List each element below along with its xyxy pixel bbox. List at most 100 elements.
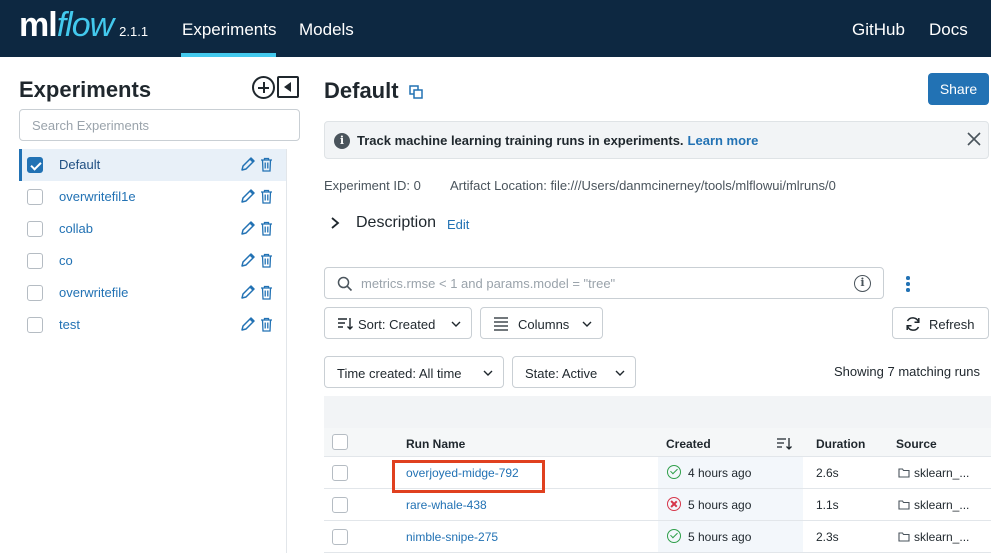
delete-trash-icon[interactable]	[260, 285, 273, 300]
columns-icon	[494, 317, 508, 331]
learn-more-link[interactable]: Learn more	[688, 133, 759, 148]
experiment-checkbox[interactable]	[27, 253, 43, 269]
search-icon	[337, 276, 353, 292]
source-value[interactable]: sklearn_...	[914, 530, 969, 544]
experiment-list: Default overwritefil1e collab co overwri…	[19, 149, 286, 341]
experiments-sidebar: Experiments Default overwritefil1e colla…	[0, 57, 300, 553]
copy-icon[interactable]	[409, 85, 423, 99]
experiment-checkbox[interactable]	[27, 221, 43, 237]
more-options-icon[interactable]	[906, 276, 910, 292]
experiment-name[interactable]: test	[59, 317, 80, 332]
experiment-checkbox[interactable]	[27, 189, 43, 205]
duration-value: 2.6s	[816, 466, 839, 480]
edit-pencil-icon[interactable]	[240, 220, 256, 236]
experiment-name[interactable]: overwritefile	[59, 285, 128, 300]
experiment-item[interactable]: overwritefile	[19, 277, 286, 309]
columns-dropdown[interactable]: Columns	[480, 307, 603, 339]
table-row[interactable]: nimble-snipe-275 5 hours ago 2.3s sklear…	[324, 521, 991, 553]
source-value[interactable]: sklearn_...	[914, 466, 969, 480]
experiment-item[interactable]: overwritefil1e	[19, 181, 286, 213]
run-name-link[interactable]: rare-whale-438	[406, 498, 487, 512]
chevron-right-icon[interactable]	[330, 216, 340, 230]
experiment-name[interactable]: co	[59, 253, 73, 268]
source-folder-icon	[898, 468, 910, 478]
close-icon[interactable]	[965, 130, 983, 148]
chevron-down-icon	[582, 321, 592, 327]
chevron-down-icon	[483, 370, 493, 376]
experiment-checkbox[interactable]	[27, 317, 43, 333]
mlflow-logo[interactable]: ml flow 2.1.1	[19, 6, 148, 46]
select-all-checkbox[interactable]	[332, 434, 348, 450]
sidebar-title: Experiments	[19, 77, 152, 102]
sort-icon	[338, 318, 353, 330]
description-toggle[interactable]: Description	[356, 214, 436, 232]
delete-trash-icon[interactable]	[260, 317, 273, 332]
row-checkbox[interactable]	[332, 465, 348, 481]
source-folder-icon	[898, 500, 910, 510]
sort-label: Sort: Created	[358, 317, 436, 332]
experiment-item[interactable]: test	[19, 309, 286, 341]
experiment-name[interactable]: overwritefil1e	[59, 189, 136, 204]
created-time: 5 hours ago	[688, 530, 752, 544]
nav-docs[interactable]: Docs	[929, 20, 968, 40]
experiment-item[interactable]: co	[19, 245, 286, 277]
info-icon: i	[334, 133, 350, 149]
search-info-icon[interactable]: i	[854, 275, 871, 292]
row-checkbox[interactable]	[332, 529, 348, 545]
delete-trash-icon[interactable]	[260, 189, 273, 204]
table-group-header	[324, 396, 991, 428]
description-edit-link[interactable]: Edit	[447, 217, 469, 232]
collapse-sidebar-icon[interactable]	[277, 76, 299, 98]
experiment-name[interactable]: collab	[59, 221, 93, 236]
created-time: 5 hours ago	[688, 498, 752, 512]
table-row[interactable]: overjoyed-midge-792 4 hours ago 2.6s skl…	[324, 457, 991, 493]
runs-search-input[interactable]: metrics.rmse < 1 and params.model = "tre…	[324, 267, 884, 299]
source-folder-icon	[898, 532, 910, 542]
search-experiments-input[interactable]	[19, 109, 300, 141]
table-row[interactable]: rare-whale-438 5 hours ago 1.1s sklearn_…	[324, 489, 991, 521]
duration-value: 2.3s	[816, 530, 839, 544]
refresh-label: Refresh	[929, 317, 975, 332]
delete-trash-icon[interactable]	[260, 253, 273, 268]
header-created[interactable]: Created	[666, 437, 711, 451]
source-value[interactable]: sklearn_...	[914, 498, 969, 512]
header-run-name[interactable]: Run Name	[406, 437, 465, 451]
header-source[interactable]: Source	[896, 437, 937, 451]
state-filter[interactable]: State: Active	[512, 356, 636, 388]
experiment-checkbox[interactable]	[27, 157, 43, 173]
refresh-button[interactable]: Refresh	[892, 307, 989, 339]
columns-label: Columns	[518, 317, 570, 332]
edit-pencil-icon[interactable]	[240, 316, 256, 332]
edit-pencil-icon[interactable]	[240, 252, 256, 268]
run-name-link[interactable]: nimble-snipe-275	[406, 530, 498, 544]
add-experiment-icon[interactable]	[252, 76, 275, 99]
header-duration[interactable]: Duration	[816, 437, 865, 451]
sidebar-divider[interactable]	[286, 149, 287, 553]
chevron-down-icon	[615, 370, 625, 376]
state-filter-label: State: Active	[525, 366, 598, 381]
nav-experiments[interactable]: Experiments	[182, 20, 276, 40]
edit-pencil-icon[interactable]	[240, 284, 256, 300]
time-created-filter[interactable]: Time created: All time	[324, 356, 504, 388]
experiment-checkbox[interactable]	[27, 285, 43, 301]
artifact-location: Artifact Location: file:///Users/danmcin…	[450, 178, 836, 193]
edit-pencil-icon[interactable]	[240, 156, 256, 172]
nav-github[interactable]: GitHub	[852, 20, 905, 40]
version-label: 2.1.1	[119, 24, 149, 39]
row-checkbox[interactable]	[332, 497, 348, 513]
nav-models[interactable]: Models	[299, 20, 354, 40]
sort-dropdown[interactable]: Sort: Created	[324, 307, 472, 339]
sort-column-icon[interactable]	[776, 437, 792, 451]
experiment-item[interactable]: Default	[19, 149, 286, 181]
experiment-id: Experiment ID: 0	[324, 178, 421, 193]
experiment-name[interactable]: Default	[59, 157, 100, 172]
delete-trash-icon[interactable]	[260, 157, 273, 172]
edit-pencil-icon[interactable]	[240, 188, 256, 204]
failed-status-icon	[667, 497, 681, 511]
delete-trash-icon[interactable]	[260, 221, 273, 236]
refresh-icon	[906, 317, 920, 331]
runs-table: Run Name Created Duration Source overjoy…	[324, 396, 991, 553]
logo-flow-text: flow	[56, 6, 114, 44]
experiment-item[interactable]: collab	[19, 213, 286, 245]
share-button[interactable]: Share	[928, 73, 989, 105]
